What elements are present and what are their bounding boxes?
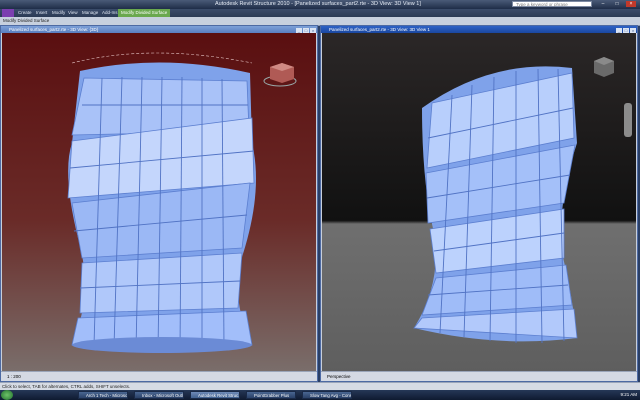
- maximize-button[interactable]: □: [612, 1, 622, 7]
- tab-create[interactable]: Create: [18, 9, 32, 17]
- taskbar-item-pointgrabber[interactable]: PointGrabber Plus: [246, 391, 296, 399]
- tab-manage[interactable]: Manage: [82, 9, 98, 17]
- close-button[interactable]: ×: [626, 1, 636, 7]
- status-text: Click to select, TAB for alternates, CTR…: [2, 384, 131, 389]
- search-input[interactable]: Type a keyword or phrase: [512, 1, 592, 7]
- view-title-left: Panelized surfaces_part2.rte - 3D View: …: [1, 26, 317, 33]
- minimize-button[interactable]: –: [598, 1, 608, 7]
- tab-modify-divided-surface[interactable]: Modify Divided Surface: [118, 9, 171, 17]
- tab-insert[interactable]: Insert: [36, 9, 47, 17]
- app-title: Autodesk Revit Structure 2010 - [Paneliz…: [215, 1, 421, 7]
- tab-add-ins[interactable]: Add-Ins: [102, 9, 118, 17]
- tower-model-left: [2, 33, 316, 372]
- view-control-bar-right: Perspective: [321, 371, 637, 381]
- tab-modify[interactable]: Modify: [52, 9, 65, 17]
- view-title-right-text: Panelized surfaces_part2.rte - 3D View: …: [329, 27, 430, 32]
- view-title-right: Panelized surfaces_part2.rte - 3D View: …: [321, 26, 637, 33]
- app-title-bar: Autodesk Revit Structure 2010 - [Paneliz…: [0, 0, 640, 9]
- tower-model-right: [322, 33, 636, 372]
- context-label: Modify Divided Surface: [3, 18, 50, 23]
- view-control-bar-left: 1 : 200: [1, 371, 317, 381]
- view-canvas-right[interactable]: [322, 33, 636, 372]
- taskbar-item-inbox[interactable]: Inbox - Microsoft Outl...: [134, 391, 184, 399]
- navigation-bar-icon[interactable]: [624, 103, 632, 137]
- tower-base-left: [72, 337, 252, 353]
- view-window-left[interactable]: Panelized surfaces_part2.rte - 3D View: …: [0, 25, 318, 382]
- view-cube-icon[interactable]: [594, 57, 614, 77]
- view-canvas-left[interactable]: [2, 33, 316, 372]
- taskbar-item-arch[interactable]: Arch 1 Tech - Microsoft: [78, 391, 128, 399]
- app-menu-button[interactable]: [2, 9, 14, 17]
- ribbon-tabs: Create Insert Modify View Manage Add-Ins…: [0, 9, 640, 17]
- taskbar-item-slow-tang[interactable]: Slow Tang Avg - Cons...: [302, 391, 352, 399]
- taskbar-item-revit[interactable]: Autodesk Revit Struc...: [190, 391, 240, 399]
- start-button[interactable]: [1, 390, 13, 400]
- view-scale-left[interactable]: 1 : 200: [7, 372, 21, 381]
- view-window-right[interactable]: Panelized surfaces_part2.rte - 3D View: …: [320, 25, 638, 382]
- taskbar: Arch 1 Tech - Microsoft Inbox - Microsof…: [0, 390, 640, 400]
- view-title-left-text: Panelized surfaces_part2.rte - 3D View: …: [9, 27, 99, 32]
- view-scale-right[interactable]: Perspective: [327, 372, 351, 381]
- tab-view[interactable]: View: [68, 9, 78, 17]
- taskbar-clock: 9:21 AM: [620, 392, 637, 397]
